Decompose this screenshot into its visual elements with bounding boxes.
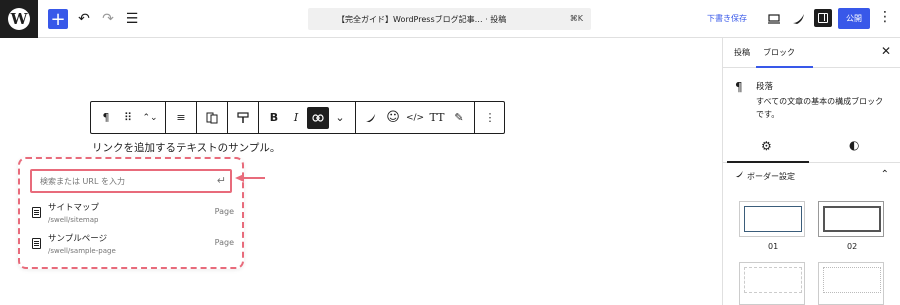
swatch-label: 02 bbox=[847, 242, 858, 251]
block-card: ¶ 段落 すべての文章の基本の構成ブロックです。 ⚙ ◐ bbox=[723, 68, 900, 163]
suggestion-type: Page bbox=[214, 238, 234, 247]
format-group: B I ⌄ bbox=[259, 102, 356, 133]
transform-group bbox=[197, 102, 228, 133]
page-icon bbox=[32, 238, 41, 249]
move-up-down-icon[interactable]: ⌃⌄ bbox=[139, 107, 161, 129]
block-name: 段落 bbox=[756, 82, 774, 92]
settings-gear-icon[interactable]: ⚙ bbox=[761, 139, 772, 153]
style-group bbox=[228, 102, 259, 133]
border-style-swatch[interactable] bbox=[818, 201, 884, 237]
link-suggestion-item[interactable]: サンプルページ /swell/sample-page Page bbox=[30, 230, 238, 260]
font-size-icon[interactable]: TT bbox=[426, 107, 448, 129]
swell-icon[interactable] bbox=[789, 9, 809, 29]
close-icon[interactable]: ✕ bbox=[881, 44, 891, 58]
editor-top-bar: W + ↶ ↷ ☰ 【完全ガイド】WordPressブログ記事… · 投稿 ⌘K… bbox=[0, 0, 900, 38]
border-settings-panel-header[interactable]: ボーダー設定 ⌃ bbox=[723, 163, 900, 189]
paragraph-block[interactable]: リンクを追加するテキストのサンプル。 bbox=[92, 140, 280, 155]
border-style-swatch[interactable] bbox=[739, 201, 805, 237]
publish-button[interactable]: 公開 bbox=[838, 8, 870, 29]
link-icon[interactable] bbox=[307, 106, 329, 129]
link-search-box: ↵ bbox=[30, 169, 232, 193]
add-block-button[interactable]: + bbox=[48, 9, 68, 30]
align-group: ≡ bbox=[166, 102, 197, 133]
settings-sidebar-toggle-icon[interactable] bbox=[814, 9, 832, 27]
suggestion-type: Page bbox=[214, 207, 234, 216]
styles-contrast-icon[interactable]: ◐ bbox=[849, 138, 859, 152]
link-search-input[interactable] bbox=[32, 171, 212, 191]
document-title: 【完全ガイド】WordPressブログ記事… · 投稿 bbox=[337, 15, 507, 24]
swell-format-group: ☺ </> TT ✎ bbox=[356, 102, 475, 133]
suggestion-title: サンプルページ bbox=[48, 234, 108, 244]
save-draft-button[interactable]: 下書き保存 bbox=[707, 13, 747, 24]
link-suggestion-item[interactable]: サイトマップ /swell/sitemap Page bbox=[30, 199, 238, 229]
list-view-icon[interactable]: ☰ bbox=[122, 9, 142, 29]
document-bar[interactable]: 【完全ガイド】WordPressブログ記事… · 投稿 ⌘K bbox=[308, 8, 591, 30]
undo-icon[interactable]: ↶ bbox=[74, 9, 94, 29]
swell-format-icon[interactable] bbox=[360, 107, 382, 129]
paragraph-block-icon: ¶ bbox=[735, 80, 743, 94]
block-toolbar: ¶ ⠿ ⌃⌄ ≡ B I ⌄ ☺ </> TT ✎ ⋮ bbox=[90, 101, 505, 134]
block-description: すべての文章の基本の構成ブロックです。 bbox=[756, 97, 884, 119]
transform-icon[interactable] bbox=[201, 107, 223, 129]
chevron-up-icon[interactable]: ⌃ bbox=[881, 169, 889, 180]
page-icon bbox=[32, 207, 41, 218]
block-switcher-group: ¶ ⠿ ⌃⌄ bbox=[91, 102, 166, 133]
italic-icon[interactable]: I bbox=[285, 107, 307, 129]
sidebar-tabs: 投稿 ブロック ✕ bbox=[723, 38, 900, 68]
redo-icon[interactable]: ↷ bbox=[98, 9, 118, 29]
annotation-arrow-icon bbox=[235, 174, 265, 182]
enter-icon[interactable]: ↵ bbox=[217, 174, 226, 187]
tab-post[interactable]: 投稿 bbox=[734, 47, 750, 58]
border-style-swatch[interactable] bbox=[818, 262, 884, 305]
block-options-icon[interactable]: ⋮ bbox=[479, 107, 501, 129]
options-group: ⋮ bbox=[475, 102, 505, 133]
swatch-label: 01 bbox=[768, 242, 779, 251]
link-popover: ↵ サイトマップ /swell/sitemap Page サンプルページ /sw… bbox=[18, 157, 244, 269]
suggestion-url: /swell/sample-page bbox=[48, 247, 116, 255]
bold-icon[interactable]: B bbox=[263, 107, 285, 129]
drag-handle-icon[interactable]: ⠿ bbox=[117, 107, 139, 129]
emoji-icon[interactable]: ☺ bbox=[382, 107, 404, 129]
command-shortcut: ⌘K bbox=[569, 14, 583, 23]
more-formats-chevron-icon[interactable]: ⌄ bbox=[329, 107, 351, 129]
paint-roller-icon[interactable] bbox=[232, 107, 254, 129]
options-menu-icon[interactable]: ⋮ bbox=[878, 9, 892, 25]
tab-block[interactable]: ブロック bbox=[763, 47, 795, 58]
align-icon[interactable]: ≡ bbox=[170, 107, 192, 129]
editor-canvas: ¶ ⠿ ⌃⌄ ≡ B I ⌄ ☺ </> TT ✎ ⋮ リンクを追加するテキスト… bbox=[0, 38, 722, 305]
suggestion-url: /swell/sitemap bbox=[48, 216, 99, 224]
highlighter-icon[interactable]: ✎ bbox=[448, 107, 470, 129]
suggestion-title: サイトマップ bbox=[48, 203, 100, 213]
preview-icon[interactable] bbox=[764, 9, 784, 29]
settings-sidebar: 投稿 ブロック ✕ ¶ 段落 すべての文章の基本の構成ブロックです。 ⚙ ◐ ボ… bbox=[722, 38, 900, 305]
paragraph-icon[interactable]: ¶ bbox=[95, 107, 117, 129]
wordpress-logo-icon[interactable]: W bbox=[0, 0, 38, 38]
swell-leaf-icon bbox=[735, 170, 744, 181]
block-inspector-tabs: ⚙ ◐ bbox=[723, 133, 900, 163]
border-style-swatch[interactable] bbox=[739, 262, 805, 305]
border-settings-title: ボーダー設定 bbox=[747, 172, 795, 181]
code-icon[interactable]: </> bbox=[404, 107, 426, 129]
